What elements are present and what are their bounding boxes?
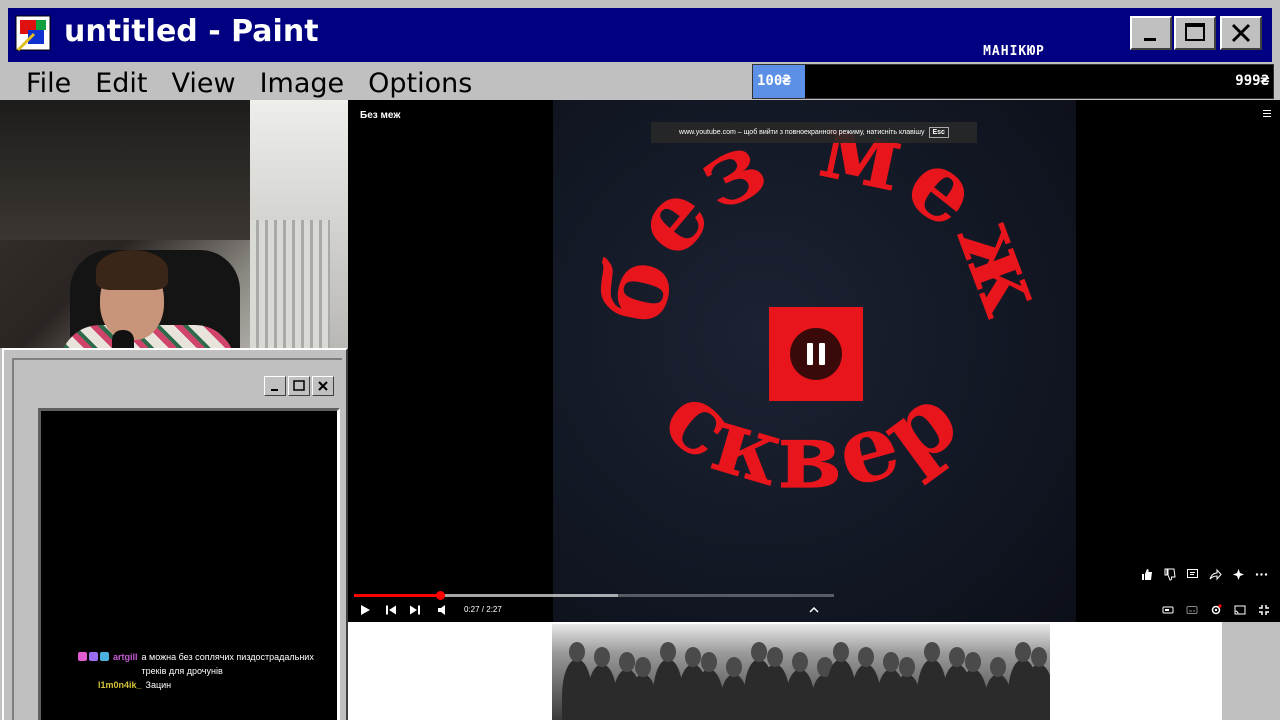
playlist-menu-icon[interactable] <box>1262 108 1272 118</box>
maximize-icon <box>293 380 305 391</box>
donation-goal-target: 999₴ <box>1235 73 1269 89</box>
video-actions <box>1140 568 1268 581</box>
crowd-person-head <box>965 652 981 672</box>
menu-image[interactable]: Image <box>242 62 345 102</box>
crowd-person-head <box>1031 647 1047 667</box>
crowd-person-head <box>635 657 651 677</box>
progress-track[interactable] <box>354 591 834 600</box>
chat-message: artgill а можна без соплячих пиздострада… <box>78 650 328 678</box>
subscriber-badge-icon <box>89 652 98 661</box>
menu-options[interactable]: Options <box>350 62 472 102</box>
crowd-person-head <box>858 647 874 667</box>
maximize-icon <box>1185 23 1205 41</box>
fullscreen-notice-text: www.youtube.com – щоб вийти з повноекран… <box>679 129 925 136</box>
crowd-person-head <box>833 642 849 662</box>
gift-badge-icon <box>100 652 109 661</box>
chat-username[interactable]: l1m0n4ik_ <box>98 678 142 692</box>
subtitles-icon[interactable] <box>1186 604 1198 616</box>
menu-edit[interactable]: Edit <box>77 62 147 102</box>
chevron-up-icon[interactable] <box>808 604 820 616</box>
player-right-controls <box>1162 604 1270 616</box>
minimize-icon <box>1144 38 1156 41</box>
crowd-person-head <box>924 642 940 662</box>
crowd-person-head <box>767 647 783 667</box>
close-icon <box>318 381 328 391</box>
retro-close-button[interactable] <box>312 376 334 396</box>
menu-view[interactable]: View <box>153 62 235 102</box>
crowd-person-head <box>569 642 585 662</box>
crowd-person-head <box>701 652 717 672</box>
previous-icon[interactable] <box>385 604 397 616</box>
crowd-person-head <box>1015 642 1031 662</box>
chat-overlay: artgill а можна без соплячих пиздострада… <box>78 650 328 692</box>
crowd-person-head <box>883 652 899 672</box>
next-icon[interactable] <box>409 604 421 616</box>
exit-fullscreen-icon[interactable] <box>1258 604 1270 616</box>
retro-minimize-button[interactable] <box>264 376 286 396</box>
crowd-person-head <box>751 642 767 662</box>
chat-text: Зацин <box>145 680 172 690</box>
video-player[interactable]: без меж сквер Без меж www.youtube.com – … <box>348 100 1280 622</box>
window-title: untitled - Paint <box>64 14 319 49</box>
crowd-person-head <box>685 647 701 667</box>
playback-time: 0:27 / 2:27 <box>464 605 502 614</box>
fullscreen-notice: www.youtube.com – щоб вийти з повноекран… <box>651 122 977 143</box>
cast-icon[interactable] <box>1234 604 1246 616</box>
menu-file[interactable]: File <box>8 62 71 102</box>
minimize-icon <box>271 389 278 391</box>
chat-username[interactable]: artgill <box>113 650 138 678</box>
window-right-edge <box>1222 622 1280 720</box>
play-icon[interactable] <box>359 604 371 616</box>
more-options-icon[interactable] <box>1255 568 1268 581</box>
webcam-feed <box>0 100 348 348</box>
donation-goal-bar: 100₴ 999₴ <box>752 64 1274 99</box>
chat-message: l1m0n4ik_ Зацин <box>98 678 328 692</box>
minimize-button[interactable] <box>1130 16 1172 50</box>
menu-bar: File Edit View Image Options <box>8 62 753 102</box>
microphone <box>112 330 134 348</box>
crowd-photo <box>552 624 1050 720</box>
crowd-person-head <box>619 652 635 672</box>
close-icon <box>1231 23 1251 43</box>
webcam-person-hair <box>96 250 168 290</box>
pause-button[interactable] <box>769 307 863 401</box>
crowd-person-head <box>899 657 915 677</box>
close-button[interactable] <box>1220 16 1262 50</box>
settings-icon[interactable] <box>1210 604 1222 616</box>
player-controls: 0:27 / 2:27 <box>348 600 1280 622</box>
scrubber-handle[interactable] <box>436 591 446 600</box>
webcam-background-shelf <box>0 100 250 240</box>
maximize-button[interactable] <box>1174 16 1216 50</box>
played-fill <box>354 594 441 597</box>
like-icon[interactable] <box>1140 568 1153 581</box>
donation-goal-label: МАНІКЮР <box>983 44 1045 59</box>
crowd-person-head <box>726 657 742 677</box>
sparkle-icon[interactable] <box>1232 568 1245 581</box>
chat-text: а можна без соплячих пиздострадальних тр… <box>141 652 314 676</box>
chat-badges <box>78 652 109 678</box>
donation-goal-current: 100₴ <box>757 73 791 89</box>
esc-key-hint: Esc <box>928 127 949 138</box>
paint-title-bar: untitled - Paint <box>0 0 1280 66</box>
share-icon[interactable] <box>1209 568 1222 581</box>
video-title: Без меж <box>360 110 401 121</box>
crowd-person-head <box>792 652 808 672</box>
pause-icon <box>790 328 842 380</box>
crowd-person-head <box>949 647 965 667</box>
webcam-background-radiator <box>250 220 330 348</box>
crowd-person-head <box>660 642 676 662</box>
retro-maximize-button[interactable] <box>288 376 310 396</box>
crowd-person-head <box>990 657 1006 677</box>
crowd-person-head <box>594 647 610 667</box>
autoplay-icon[interactable] <box>1162 604 1174 616</box>
comments-icon[interactable] <box>1186 568 1199 581</box>
volume-icon[interactable] <box>437 604 449 616</box>
dislike-icon[interactable] <box>1163 568 1176 581</box>
heart-badge-icon <box>78 652 87 661</box>
paint-app-icon <box>14 14 54 54</box>
crowd-person <box>1024 665 1050 720</box>
